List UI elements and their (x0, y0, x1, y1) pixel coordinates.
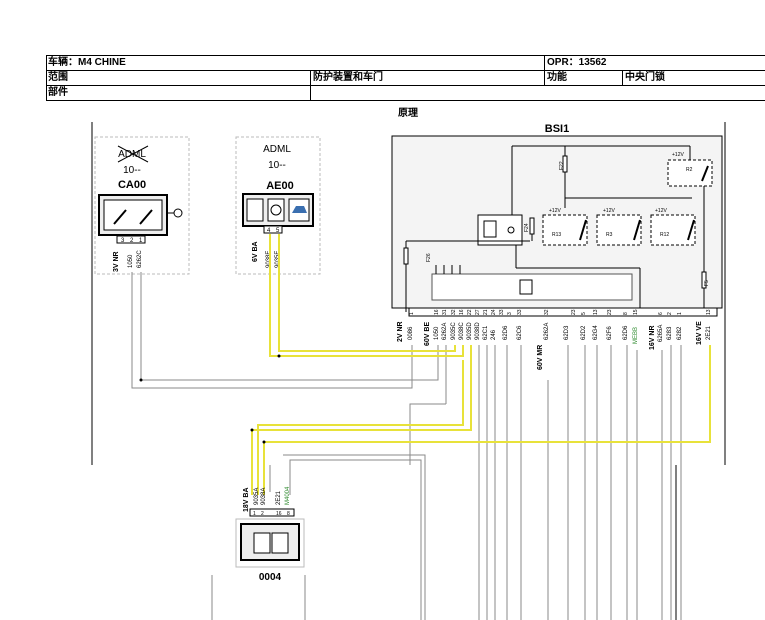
bsi1-wire: 62D6 (623, 325, 629, 340)
component-ca00: ADML 10-- CA00 3 2 1 3V NR 1050 6262C (94, 136, 190, 275)
m0004-code: 0004 (259, 572, 282, 583)
bsi1-pin: 33 (499, 309, 505, 315)
bsi1-pin: 24 (491, 309, 497, 315)
bsi1-pin: 1 (677, 312, 683, 315)
bsi1-wire: 1050 (434, 326, 440, 340)
ae00-title: ADML (263, 144, 291, 155)
bsi1-pin: 3 (507, 312, 513, 315)
m0004-wire-1: 9035A (254, 488, 260, 505)
bsi1-pin: 16 (459, 309, 465, 315)
m0004-wire-2: 9038A (261, 488, 267, 505)
bsi1-pin: 22 (467, 309, 473, 315)
ca00-power: 3V NR (113, 251, 120, 272)
ca00-sub: 10-- (123, 165, 141, 176)
bsi1-pin: 13 (706, 309, 712, 315)
bsi1-wire: 62D2 (581, 325, 587, 340)
bsi1-pin: 16 (434, 309, 440, 315)
wiring-diagram: ADML 10-- CA00 3 2 1 3V NR 1050 6262C AD… (91, 122, 726, 620)
ae00-sub: 10-- (268, 160, 286, 171)
bsi1-supply-1: +12V (549, 208, 561, 214)
bsi1-pin: 1 (409, 312, 415, 315)
bsi1-wire: 9035D (467, 322, 473, 340)
m0004-pin-1: 1 (253, 511, 256, 517)
m0004-power: 18V BA (243, 487, 250, 512)
m0004-pin-16: 16 (276, 511, 282, 517)
bsi1-wire: 9038C (459, 322, 465, 340)
ca00-code: CA00 (118, 179, 146, 191)
bsi1-pin: 23 (607, 309, 613, 315)
bsi1-wire: 62G4 (593, 325, 599, 340)
bsi1-wire: 62D3 (564, 325, 570, 340)
bsi1-wire-green: MEBB (633, 327, 639, 344)
bsi1-conn-2v-nr: 2V NR (397, 321, 404, 342)
component-bsi1: BSI1 R13 R3 R12 R2 +12V +12V +12V +12V F… (391, 123, 723, 317)
bsi1-pin: 21 (483, 309, 489, 315)
m0004-wire-3: 2E21 (276, 490, 282, 505)
bsi1-pin: 5 (581, 312, 587, 315)
bsi1-supply-3: +12V (655, 208, 667, 214)
m0004-pin-8: 8 (287, 511, 290, 517)
m0004-pin-2: 2 (261, 511, 264, 517)
bsi1-pin: 15 (633, 309, 639, 315)
bsi1-code: BSI1 (545, 123, 569, 135)
bsi1-fuse-f26: F26 (426, 253, 432, 262)
bsi1-pin: 23 (571, 309, 577, 315)
bsi1-conn-60v-be: 60V BE (424, 322, 431, 346)
bsi1-pin: 13 (593, 309, 599, 315)
bsi1-wire: 246 (491, 329, 497, 340)
bsi1-fuse-f24: F24 (524, 223, 530, 232)
bsi1-pin: 31 (442, 309, 448, 315)
bsi1-wire: 0086 (408, 326, 414, 340)
bsi1-relay-r3: R3 (606, 232, 613, 238)
component-0004: 18V BA 9035A 9038A 2E21 M4004 1 2 16 8 0… (235, 486, 305, 583)
bsi1-relay-r2: R2 (686, 167, 693, 173)
bsi1-conn-16v-ve: 16V VE (696, 321, 703, 345)
ae00-power: 6V BA (252, 241, 259, 262)
bsi1-wire: 62C1 (483, 325, 489, 340)
ca00-wire-1: 1050 (128, 254, 134, 268)
bsi1-fuse-f5: F5 (704, 280, 710, 286)
bsi1-conn-16v-nr: 16V NR (649, 325, 656, 350)
bsi1-pin: 33 (517, 309, 523, 315)
bsi1-conn-60v-mr: 60V MR (537, 345, 544, 370)
ae00-code: AE00 (266, 180, 294, 192)
bsi1-wire: 9035C (451, 322, 457, 340)
grey-wires (131, 272, 682, 620)
bsi1-fuse-f22: F22 (559, 161, 565, 170)
bsi1-pin: 32 (451, 309, 457, 315)
bsi1-pin: 27 (475, 309, 481, 315)
bsi1-relay-r13: R13 (552, 232, 561, 238)
bsi1-relay-r12: R12 (660, 232, 669, 238)
bsi1-supply-4: +12V (672, 152, 684, 158)
m0004-wire-4: M4004 (285, 486, 291, 505)
bsi1-wire: 6283 (667, 326, 673, 340)
bsi1-pin: 32 (544, 309, 550, 315)
bsi1-pin: 6 (658, 312, 664, 315)
bsi1-wire-labels: 2V NR 60V BE 60V MR 16V NR 16V VE 0086 1… (397, 321, 712, 370)
bsi1-wire: 2E21 (706, 325, 712, 340)
bsi1-wire: 6282 (677, 326, 683, 340)
bsi1-pin: 8 (623, 312, 629, 315)
bsi1-wire: 6265A (658, 325, 664, 342)
bsi1-wire: 62D6 (503, 325, 509, 340)
bsi1-wire: 9038D (475, 322, 481, 340)
bsi1-pin: 2 (667, 312, 673, 315)
bsi1-wire: 6262A (544, 323, 550, 340)
bsi1-wire: 6262A (442, 323, 448, 340)
bsi1-wire: 62C6 (517, 325, 523, 340)
ca00-wire-2: 6262C (137, 250, 143, 268)
bsi1-wire: 62F6 (607, 326, 613, 340)
bsi1-supply-2: +12V (603, 208, 615, 214)
